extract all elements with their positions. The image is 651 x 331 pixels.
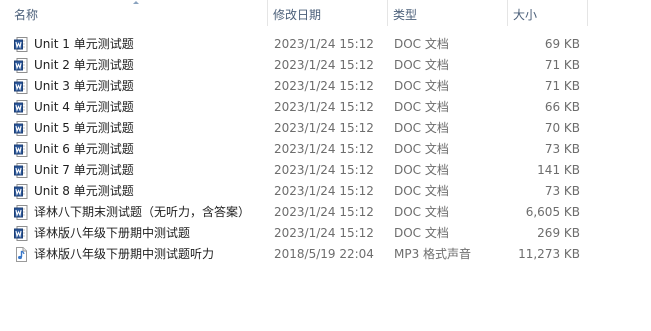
column-header-type[interactable]: 类型: [393, 0, 505, 26]
file-modified-date: 2023/1/24 15:12: [274, 100, 374, 114]
file-modified-date: 2023/1/24 15:12: [274, 37, 374, 51]
file-name: Unit 5 单元测试题: [34, 121, 134, 135]
file-name: Unit 4 单元测试题: [34, 100, 134, 114]
file-type: DOC 文档: [394, 121, 449, 135]
file-row[interactable]: Unit 4 单元测试题 2023/1/24 15:12 DOC 文档 66 KB: [0, 97, 588, 118]
file-name: Unit 8 单元测试题: [34, 184, 134, 198]
column-header-name[interactable]: 名称: [14, 0, 266, 26]
file-row[interactable]: Unit 2 单元测试题 2023/1/24 15:12 DOC 文档 71 KB: [0, 55, 588, 76]
word-doc-icon: [14, 37, 28, 52]
word-doc-icon: [14, 184, 28, 199]
file-row[interactable]: Unit 5 单元测试题 2023/1/24 15:12 DOC 文档 70 KB: [0, 118, 588, 139]
file-row[interactable]: Unit 1 单元测试题 2023/1/24 15:12 DOC 文档 69 KB: [0, 34, 588, 55]
file-modified-date: 2023/1/24 15:12: [274, 205, 374, 219]
file-type: DOC 文档: [394, 37, 449, 51]
file-type: DOC 文档: [394, 184, 449, 198]
file-type: MP3 格式声音: [394, 247, 472, 261]
file-modified-date: 2023/1/24 15:12: [274, 163, 374, 177]
file-row[interactable]: 译林版八年级下册期中测试题听力 2018/5/19 22:04 MP3 格式声音 11…: [0, 244, 588, 265]
file-name: 译林版八年级下册期中测试题: [34, 226, 191, 240]
column-header-date[interactable]: 修改日期: [273, 0, 385, 26]
file-modified-date: 2023/1/24 15:12: [274, 58, 374, 72]
audio-file-icon: [14, 247, 28, 262]
file-modified-date: 2023/1/24 15:12: [274, 79, 374, 93]
word-doc-icon: [14, 163, 28, 178]
file-size: 6,605 KB: [525, 205, 580, 219]
file-row[interactable]: Unit 6 单元测试题 2023/1/24 15:12 DOC 文档 73 KB: [0, 139, 588, 160]
file-size: 11,273 KB: [518, 247, 580, 261]
file-type: DOC 文档: [394, 205, 449, 219]
file-size: 141 KB: [537, 163, 580, 177]
file-size: 73 KB: [544, 142, 580, 156]
word-doc-icon: [14, 142, 28, 157]
file-row[interactable]: 译林八下期末测试题（无听力，含答案） 2023/1/24 15:12 DOC 文档 6…: [0, 202, 588, 223]
column-divider[interactable]: [507, 0, 508, 26]
column-divider[interactable]: [267, 0, 268, 26]
file-name: 译林八下期末测试题（无听力，含答案）: [34, 205, 251, 219]
file-type: DOC 文档: [394, 58, 449, 72]
file-type: DOC 文档: [394, 142, 449, 156]
file-row[interactable]: Unit 7 单元测试题 2023/1/24 15:12 DOC 文档 141 KB: [0, 160, 588, 181]
file-type: DOC 文档: [394, 100, 449, 114]
file-modified-date: 2018/5/19 22:04: [274, 247, 374, 261]
file-name: Unit 6 单元测试题: [34, 142, 134, 156]
column-header-bar: 名称 修改日期 类型 大小: [0, 0, 588, 26]
file-type: DOC 文档: [394, 79, 449, 93]
file-modified-date: 2023/1/24 15:12: [274, 226, 374, 240]
word-doc-icon: [14, 205, 28, 220]
column-divider[interactable]: [387, 0, 388, 26]
file-size: 73 KB: [544, 184, 580, 198]
file-modified-date: 2023/1/24 15:12: [274, 184, 374, 198]
file-size: 66 KB: [544, 100, 580, 114]
file-type: DOC 文档: [394, 226, 449, 240]
word-doc-icon: [14, 226, 28, 241]
file-modified-date: 2023/1/24 15:12: [274, 142, 374, 156]
word-doc-icon: [14, 79, 28, 94]
word-doc-icon: [14, 121, 28, 136]
word-doc-icon: [14, 100, 28, 115]
column-divider[interactable]: [587, 0, 588, 26]
file-size: 69 KB: [544, 37, 580, 51]
file-name: 译林版八年级下册期中测试题听力: [34, 247, 215, 261]
file-size: 70 KB: [544, 121, 580, 135]
file-type: DOC 文档: [394, 163, 449, 177]
file-modified-date: 2023/1/24 15:12: [274, 121, 374, 135]
column-header-size[interactable]: 大小: [513, 0, 587, 26]
file-size: 269 KB: [537, 226, 580, 240]
file-name: Unit 1 单元测试题: [34, 37, 134, 51]
file-row[interactable]: 译林版八年级下册期中测试题 2023/1/24 15:12 DOC 文档 269 KB: [0, 223, 588, 244]
word-doc-icon: [14, 58, 28, 73]
file-size: 71 KB: [544, 79, 580, 93]
file-row[interactable]: Unit 8 单元测试题 2023/1/24 15:12 DOC 文档 73 KB: [0, 181, 588, 202]
file-explorer-list: 名称 修改日期 类型 大小 Unit 1 单元测试题 2023/1/24 15:1…: [0, 0, 651, 331]
file-row[interactable]: Unit 3 单元测试题 2023/1/24 15:12 DOC 文档 71 KB: [0, 76, 588, 97]
file-name: Unit 7 单元测试题: [34, 163, 134, 177]
file-name: Unit 2 单元测试题: [34, 58, 134, 72]
file-size: 71 KB: [544, 58, 580, 72]
file-name: Unit 3 单元测试题: [34, 79, 134, 93]
